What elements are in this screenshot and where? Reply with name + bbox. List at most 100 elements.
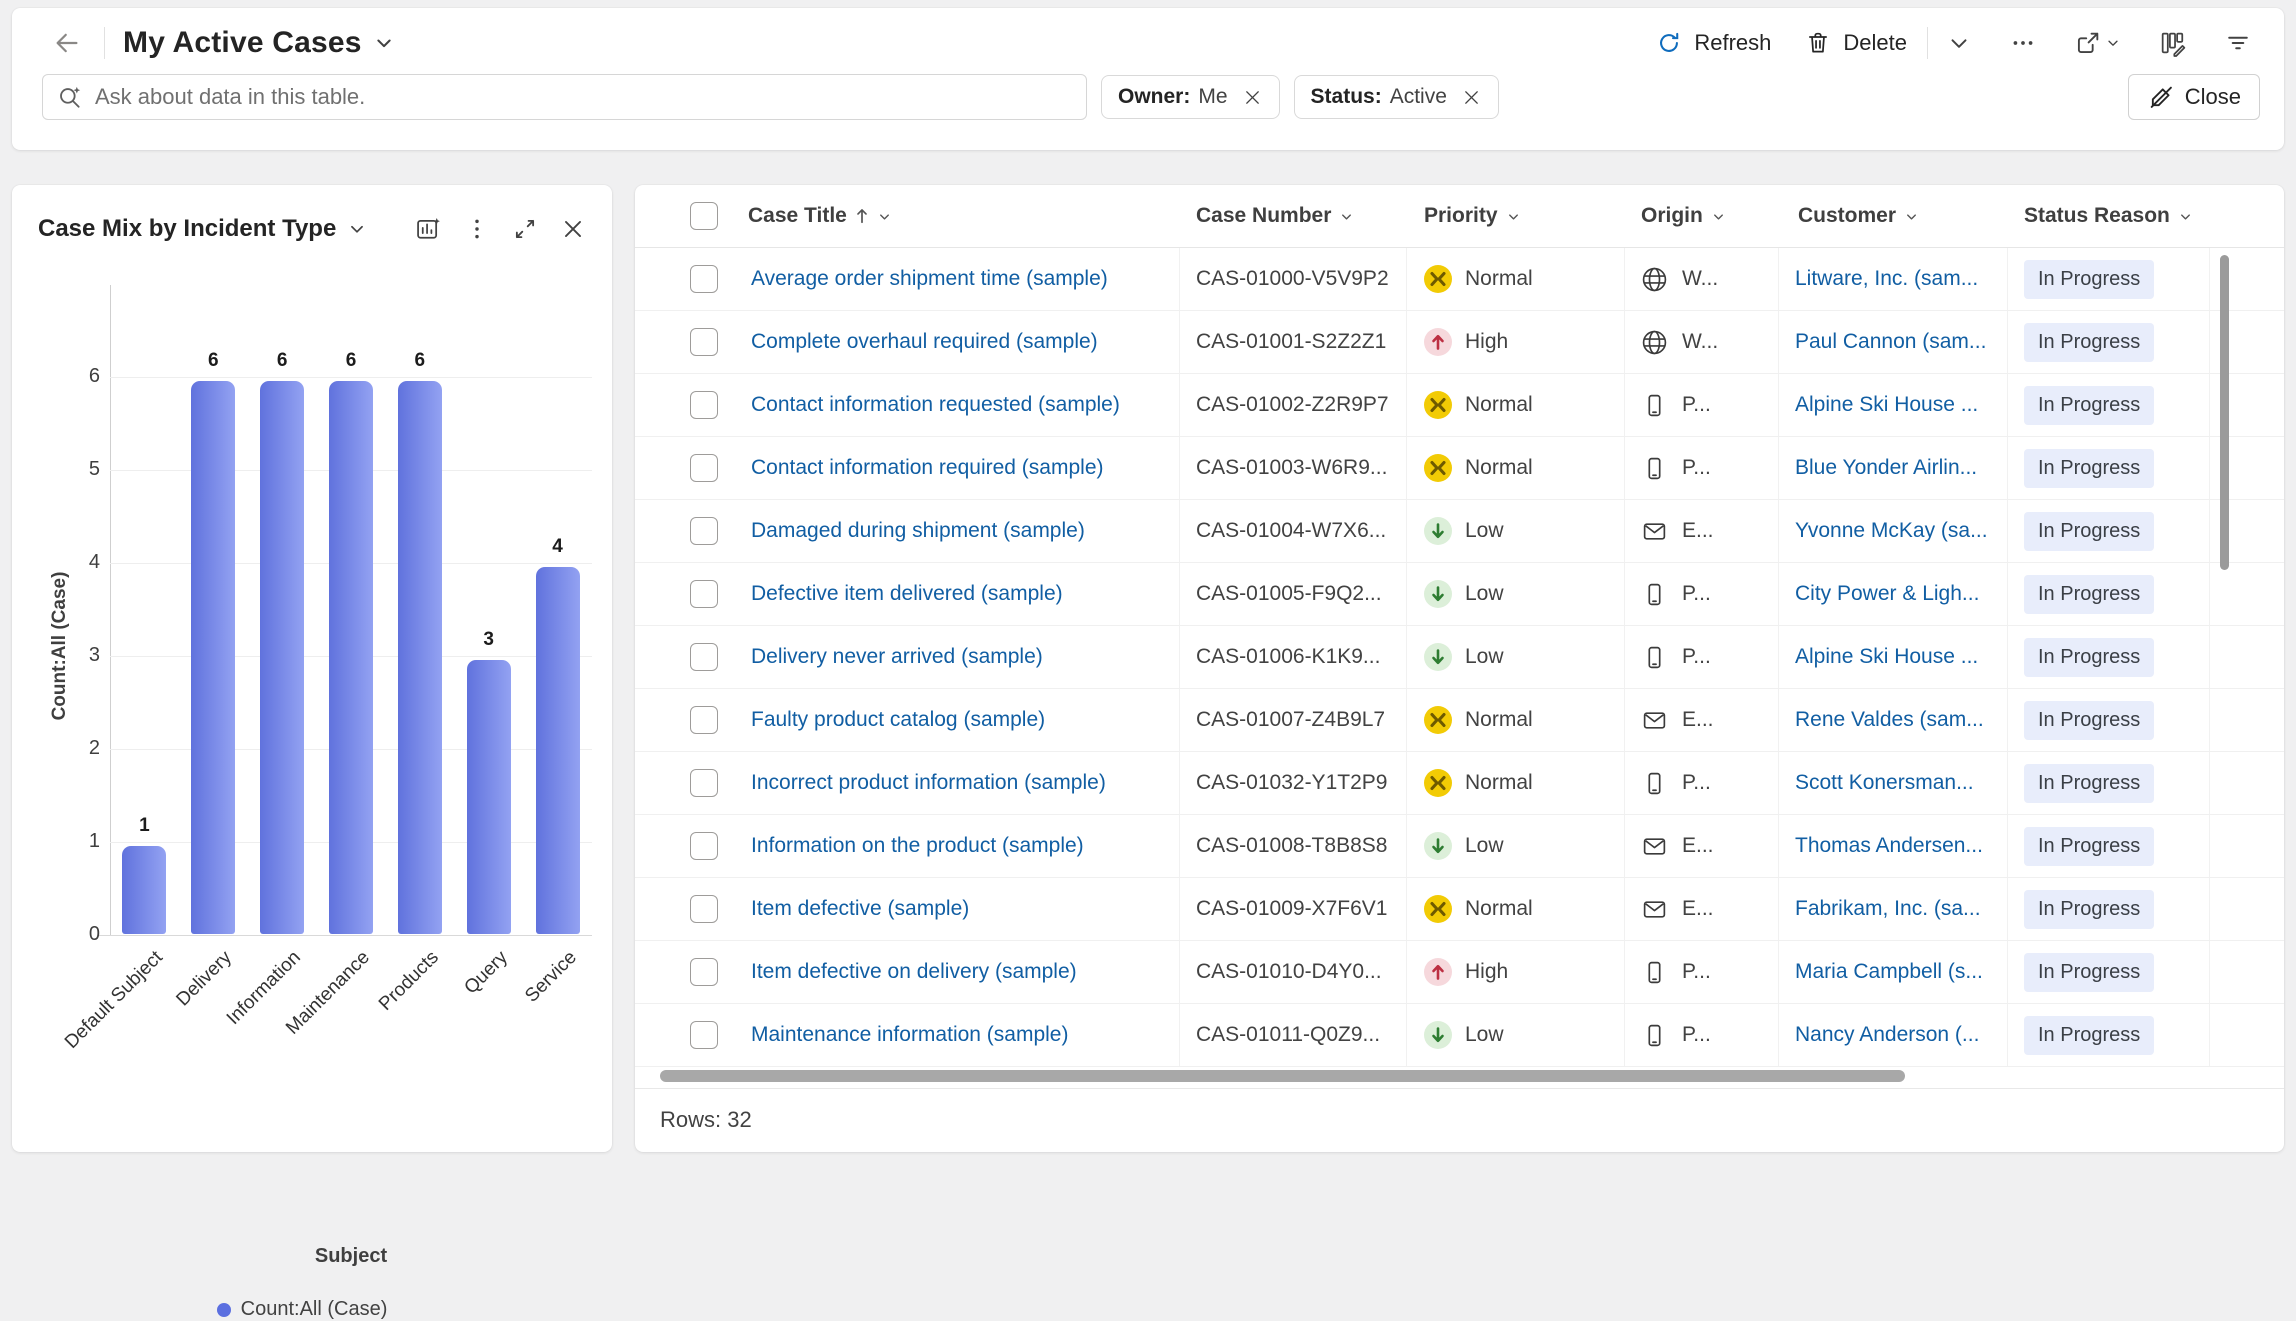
row-checkbox[interactable] <box>690 454 718 482</box>
back-button[interactable] <box>48 24 86 62</box>
close-ask-data-button[interactable]: Close <box>2128 74 2260 120</box>
case-title-link[interactable]: Complete overhaul required (sample) <box>751 330 1098 354</box>
case-title-link[interactable]: Maintenance information (sample) <box>751 1023 1068 1047</box>
bar-default-subject[interactable] <box>122 846 166 934</box>
case-title-link[interactable]: Item defective (sample) <box>751 897 969 921</box>
case-title-link[interactable]: Item defective on delivery (sample) <box>751 960 1077 984</box>
case-title-link[interactable]: Faulty product catalog (sample) <box>751 708 1045 732</box>
column-header-origin[interactable]: Origin <box>1625 185 1779 247</box>
case-number: CAS-01007-Z4B9L7 <box>1196 708 1385 732</box>
filter-button[interactable] <box>2218 23 2258 63</box>
row-checkbox[interactable] <box>690 580 718 608</box>
view-selector-chevron-icon[interactable] <box>374 33 394 53</box>
customer-link[interactable]: Litware, Inc. (sam... <box>1795 267 1978 291</box>
x-tick-label: Products <box>308 947 444 1083</box>
table-row[interactable]: Contact information required (sample) CA… <box>635 437 2284 500</box>
delete-button[interactable]: Delete <box>1797 24 1915 62</box>
ask-data-search-input[interactable]: Ask about data in this table. <box>42 74 1087 120</box>
table-row[interactable]: Maintenance information (sample) CAS-010… <box>635 1004 2284 1067</box>
more-commands-chevron-button[interactable] <box>1940 24 1978 62</box>
y-tick-label: 6 <box>66 365 100 388</box>
horizontal-scrollbar[interactable] <box>660 1070 1905 1082</box>
y-tick-label: 3 <box>66 644 100 667</box>
y-tick-label: 4 <box>66 551 100 574</box>
case-title-link[interactable]: Contact information requested (sample) <box>751 393 1120 417</box>
priority-label: Low <box>1465 1023 1504 1047</box>
table-row[interactable]: Delivery never arrived (sample) CAS-0100… <box>635 626 2284 689</box>
filter-pill-value: Active <box>1390 85 1447 109</box>
bar-information[interactable] <box>260 381 304 934</box>
bar-delivery[interactable] <box>191 381 235 934</box>
column-header-case-title[interactable]: Case Title <box>735 185 1180 247</box>
customer-link[interactable]: Alpine Ski House ... <box>1795 393 1978 417</box>
row-checkbox[interactable] <box>690 958 718 986</box>
y-axis-line <box>110 285 111 935</box>
case-title-link[interactable]: Damaged during shipment (sample) <box>751 519 1085 543</box>
customer-link[interactable]: Paul Cannon (sam... <box>1795 330 1986 354</box>
sparkle-search-icon <box>57 84 83 110</box>
origin-label: P... <box>1682 393 1711 417</box>
row-checkbox[interactable] <box>690 1021 718 1049</box>
filter-pill-owner[interactable]: Owner: Me <box>1101 75 1280 119</box>
customer-link[interactable]: Rene Valdes (sam... <box>1795 708 1984 732</box>
customer-link[interactable]: Fabrikam, Inc. (sa... <box>1795 897 1981 921</box>
table-row[interactable]: Complete overhaul required (sample) CAS-… <box>635 311 2284 374</box>
case-title-link[interactable]: Information on the product (sample) <box>751 834 1084 858</box>
column-header-status-reason[interactable]: Status Reason <box>2008 185 2210 247</box>
customer-link[interactable]: Yvonne McKay (sa... <box>1795 519 1988 543</box>
table-row[interactable]: Contact information requested (sample) C… <box>635 374 2284 437</box>
row-checkbox[interactable] <box>690 895 718 923</box>
row-checkbox[interactable] <box>690 643 718 671</box>
table-row[interactable]: Defective item delivered (sample) CAS-01… <box>635 563 2284 626</box>
bar-query[interactable] <box>467 660 511 934</box>
row-checkbox[interactable] <box>690 769 718 797</box>
row-checkbox[interactable] <box>690 832 718 860</box>
customer-link[interactable]: Alpine Ski House ... <box>1795 645 1978 669</box>
column-header-customer[interactable]: Customer <box>1779 185 2008 247</box>
case-title-link[interactable]: Contact information required (sample) <box>751 456 1104 480</box>
customer-link[interactable]: Blue Yonder Airlin... <box>1795 456 1977 480</box>
table-row[interactable]: Damaged during shipment (sample) CAS-010… <box>635 500 2284 563</box>
case-title-link[interactable]: Average order shipment time (sample) <box>751 267 1108 291</box>
row-checkbox[interactable] <box>690 517 718 545</box>
customer-link[interactable]: Nancy Anderson (... <box>1795 1023 1979 1047</box>
customer-link[interactable]: Thomas Andersen... <box>1795 834 1983 858</box>
table-row[interactable]: Item defective on delivery (sample) CAS-… <box>635 941 2284 1004</box>
overflow-menu-button[interactable] <box>2004 24 2042 62</box>
refresh-button[interactable]: Refresh <box>1648 24 1779 62</box>
row-checkbox[interactable] <box>690 328 718 356</box>
vertical-scrollbar[interactable] <box>2220 255 2229 570</box>
bar-maintenance[interactable] <box>329 381 373 934</box>
row-checkbox[interactable] <box>690 706 718 734</box>
customer-link[interactable]: City Power & Ligh... <box>1795 582 1979 606</box>
table-row[interactable]: Incorrect product information (sample) C… <box>635 752 2284 815</box>
case-number: CAS-01008-T8B8S8 <box>1196 834 1387 858</box>
table-row[interactable]: Item defective (sample) CAS-01009-X7F6V1… <box>635 878 2284 941</box>
filter-pill-status[interactable]: Status: Active <box>1294 75 1499 119</box>
y-tick-label: 0 <box>66 923 100 946</box>
table-row[interactable]: Faulty product catalog (sample) CAS-0100… <box>635 689 2284 752</box>
case-title-link[interactable]: Defective item delivered (sample) <box>751 582 1063 606</box>
row-checkbox[interactable] <box>690 391 718 419</box>
bar-products[interactable] <box>398 381 442 934</box>
remove-filter-icon[interactable] <box>1242 87 1263 108</box>
edit-columns-button[interactable] <box>2152 23 2192 63</box>
case-title-link[interactable]: Incorrect product information (sample) <box>751 771 1106 795</box>
customer-link[interactable]: Scott Konersman... <box>1795 771 1974 795</box>
share-button[interactable] <box>2068 23 2126 63</box>
column-header-case-number[interactable]: Case Number <box>1180 185 1407 247</box>
checkbox[interactable] <box>690 202 718 230</box>
table-row[interactable]: Information on the product (sample) CAS-… <box>635 815 2284 878</box>
origin-label: P... <box>1682 771 1711 795</box>
priority-normal-icon <box>1423 768 1453 798</box>
bar-service[interactable] <box>536 567 580 934</box>
table-row[interactable]: Average order shipment time (sample) CAS… <box>635 248 2284 311</box>
select-all-checkbox[interactable] <box>635 185 735 247</box>
column-header-priority[interactable]: Priority <box>1407 185 1625 247</box>
customer-link[interactable]: Maria Campbell (s... <box>1795 960 1983 984</box>
origin-label: E... <box>1682 897 1714 921</box>
case-title-link[interactable]: Delivery never arrived (sample) <box>751 645 1043 669</box>
remove-filter-icon[interactable] <box>1461 87 1482 108</box>
row-checkbox[interactable] <box>690 265 718 293</box>
edit-columns-icon <box>2158 29 2186 57</box>
